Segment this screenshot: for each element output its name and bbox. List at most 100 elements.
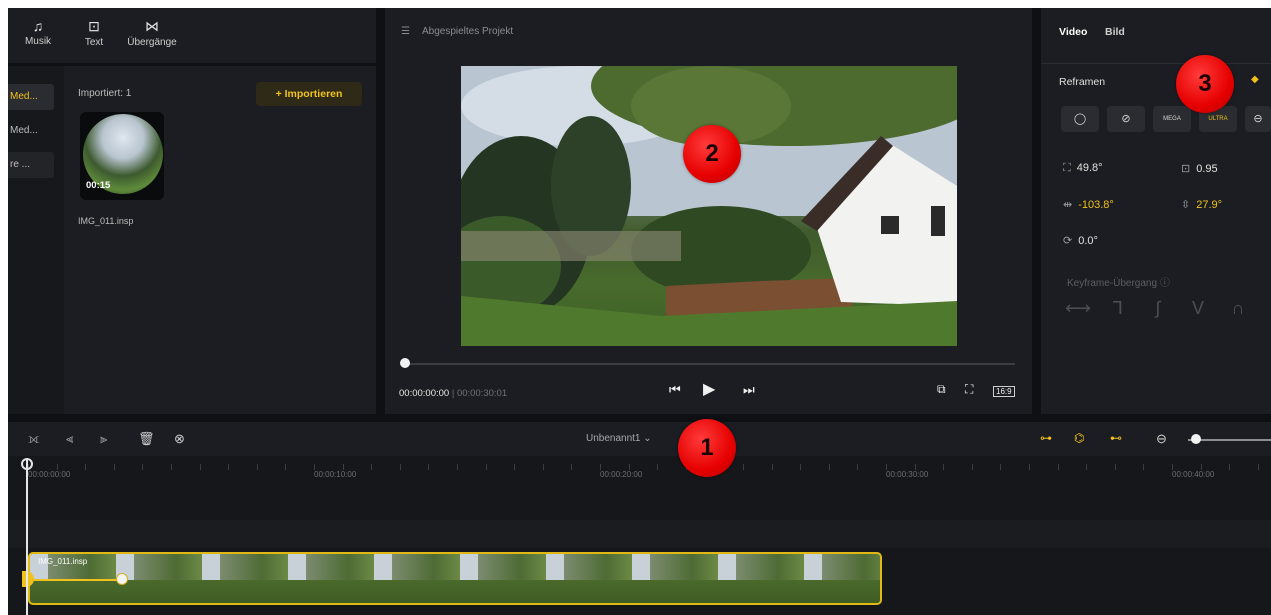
split-icon[interactable]: ⟗ [28, 431, 39, 447]
curve-ease-in-icon[interactable]: ⅂ [1103, 298, 1133, 326]
cancel-icon[interactable]: ⊗ [174, 431, 185, 447]
magnet-icon[interactable]: ⌬ [1074, 431, 1084, 445]
roll-icon: ⟳ [1063, 235, 1073, 247]
ruler-tick [1057, 464, 1059, 470]
zoom-out-icon[interactable]: ⊖ [1156, 431, 1167, 447]
preview-title: Abgespieltes Projekt [421, 26, 514, 37]
fov-icon: ⛶ [1063, 162, 1071, 174]
media-thumbnail[interactable]: 00:15 [80, 112, 164, 200]
tab-music-label: Musik [24, 36, 52, 47]
ruler-label-10: 00:00:10:00 [314, 470, 357, 479]
ruler-tick [542, 464, 544, 470]
keyframe-icon[interactable]: ◆ [1251, 74, 1259, 85]
play-icon[interactable]: ▶ [703, 379, 715, 399]
sidebar-item-media-1[interactable]: Med... [8, 84, 54, 110]
scrubber-track[interactable] [403, 363, 1015, 365]
text-icon: ⊡ [88, 18, 100, 34]
timeline-ruler[interactable]: 00:00:00:00 00:00:10:00 00:00:20:00 00:0… [8, 456, 1271, 492]
param-roll-value: 0.0° [1078, 235, 1098, 247]
ruler-tick [1229, 464, 1231, 470]
video-clip[interactable]: IMG_011.insp [28, 552, 882, 605]
param-distortion[interactable]: ⊡ 0.95 [1181, 162, 1218, 175]
playhead[interactable] [26, 460, 28, 615]
ruler-tick [457, 464, 458, 470]
param-roll[interactable]: ⟳ 0.0° [1063, 234, 1098, 247]
media-sidebar: Med... Med... re ... [8, 66, 64, 414]
clip-thumbnails [30, 580, 880, 603]
ruler-tick [256, 464, 258, 470]
ruler-tick [1114, 464, 1116, 470]
param-tilt[interactable]: ⇳ 27.9° [1181, 198, 1222, 211]
menu-icon[interactable]: ☰ [401, 26, 410, 37]
curve-linear-icon[interactable]: ⟷ [1063, 298, 1093, 326]
reframe-option-mega[interactable]: MEGA [1153, 106, 1191, 132]
distortion-icon: ⊡ [1181, 163, 1191, 175]
ruler-tick [1086, 464, 1088, 470]
curve-ease-in-out-icon[interactable]: V [1183, 298, 1213, 326]
tab-image[interactable]: Bild [1105, 26, 1125, 38]
ruler-tick [85, 464, 87, 470]
project-name: Unbenannt1 [586, 433, 641, 444]
sidebar-item-media-2[interactable]: Med... [8, 118, 54, 144]
ruler-tick [857, 464, 859, 470]
keyframe-handle[interactable] [116, 573, 128, 585]
sidebar-item-media-3[interactable]: re ... [8, 152, 54, 178]
ruler-tick [628, 464, 630, 470]
trim-right-icon[interactable]: ⫸ [100, 431, 107, 447]
skip-back-icon[interactable]: ⏮ [669, 382, 681, 398]
ruler-tick [914, 464, 916, 470]
link-icon[interactable]: ⊷ [1110, 431, 1122, 445]
scrubber-handle[interactable] [400, 358, 410, 368]
tab-text[interactable]: ⊡ Text [64, 18, 124, 48]
curve-bounce-icon[interactable]: ∩ [1223, 298, 1253, 326]
import-button[interactable]: + Importieren [256, 82, 362, 106]
video-preview[interactable] [461, 66, 957, 346]
aspect-ratio-button[interactable]: 16:9 [993, 386, 1015, 397]
inspector-divider [1041, 63, 1271, 64]
curve-ease-out-icon[interactable]: ∫ [1143, 298, 1173, 326]
ruler-tick [314, 464, 315, 470]
tilt-icon: ⇳ [1181, 199, 1191, 211]
ruler-tick [1000, 464, 1002, 470]
ruler-tick [371, 464, 373, 470]
video-frame-image [461, 66, 957, 346]
clip-label: IMG_011.insp [38, 557, 88, 566]
zoom-slider-handle[interactable] [1191, 434, 1201, 444]
preview-panel: ☰ Abgespieltes Projekt 00:00:00:00 | 00:… [385, 8, 1032, 414]
reframe-option-2[interactable]: ⊘ [1107, 106, 1145, 132]
keyframe-transition-label: Keyframe-Übergang ⓘ [1067, 278, 1170, 289]
reframe-option-5[interactable]: ⊖ [1245, 106, 1271, 132]
fullscreen-icon[interactable]: ⛶ [965, 382, 973, 397]
skip-forward-icon[interactable]: ⏭ [743, 382, 755, 398]
ruler-tick [1143, 464, 1145, 470]
delete-icon[interactable]: 🗑 [138, 431, 155, 447]
reframe-option-1[interactable]: ◯ [1061, 106, 1099, 132]
app-window: ♫ Musik ⊡ Text ⋈ Übergänge Med... Med...… [8, 8, 1271, 615]
tab-transitions[interactable]: ⋈ Übergänge [122, 18, 182, 48]
ruler-tick [171, 464, 172, 470]
param-fov[interactable]: ⛶ 49.8° [1063, 162, 1103, 175]
tab-music[interactable]: ♫ Musik [8, 18, 68, 47]
tab-transitions-label: Übergänge [127, 37, 177, 48]
ruler-tick [971, 464, 973, 470]
param-distortion-value: 0.95 [1196, 163, 1218, 175]
thumbnail-duration: 00:15 [86, 180, 111, 191]
snapshot-icon[interactable]: ⧉ [937, 382, 946, 397]
param-pan[interactable]: ⇹ -103.8° [1063, 198, 1114, 211]
imported-count: Importiert: 1 [78, 88, 132, 99]
timeline-track-empty[interactable] [8, 520, 1271, 548]
transition-icon: ⋈ [145, 18, 159, 34]
ruler-tick [743, 464, 744, 470]
playhead-handle[interactable] [21, 458, 33, 470]
tab-video[interactable]: Video [1059, 26, 1087, 38]
ruler-tick [828, 464, 830, 470]
snap-icon[interactable]: ⊶ [1040, 431, 1052, 445]
ruler-tick [800, 464, 802, 470]
current-time: 00:00:00:00 [399, 388, 450, 399]
ruler-tick [485, 464, 487, 470]
trim-left-icon[interactable]: ⫷ [66, 431, 73, 447]
project-name-dropdown[interactable]: Unbenannt1 ⌄ [586, 433, 652, 444]
preview-header: ☰ Abgespieltes Projekt [401, 26, 513, 37]
ruler-tick [56, 464, 58, 470]
music-icon: ♫ [32, 18, 44, 34]
